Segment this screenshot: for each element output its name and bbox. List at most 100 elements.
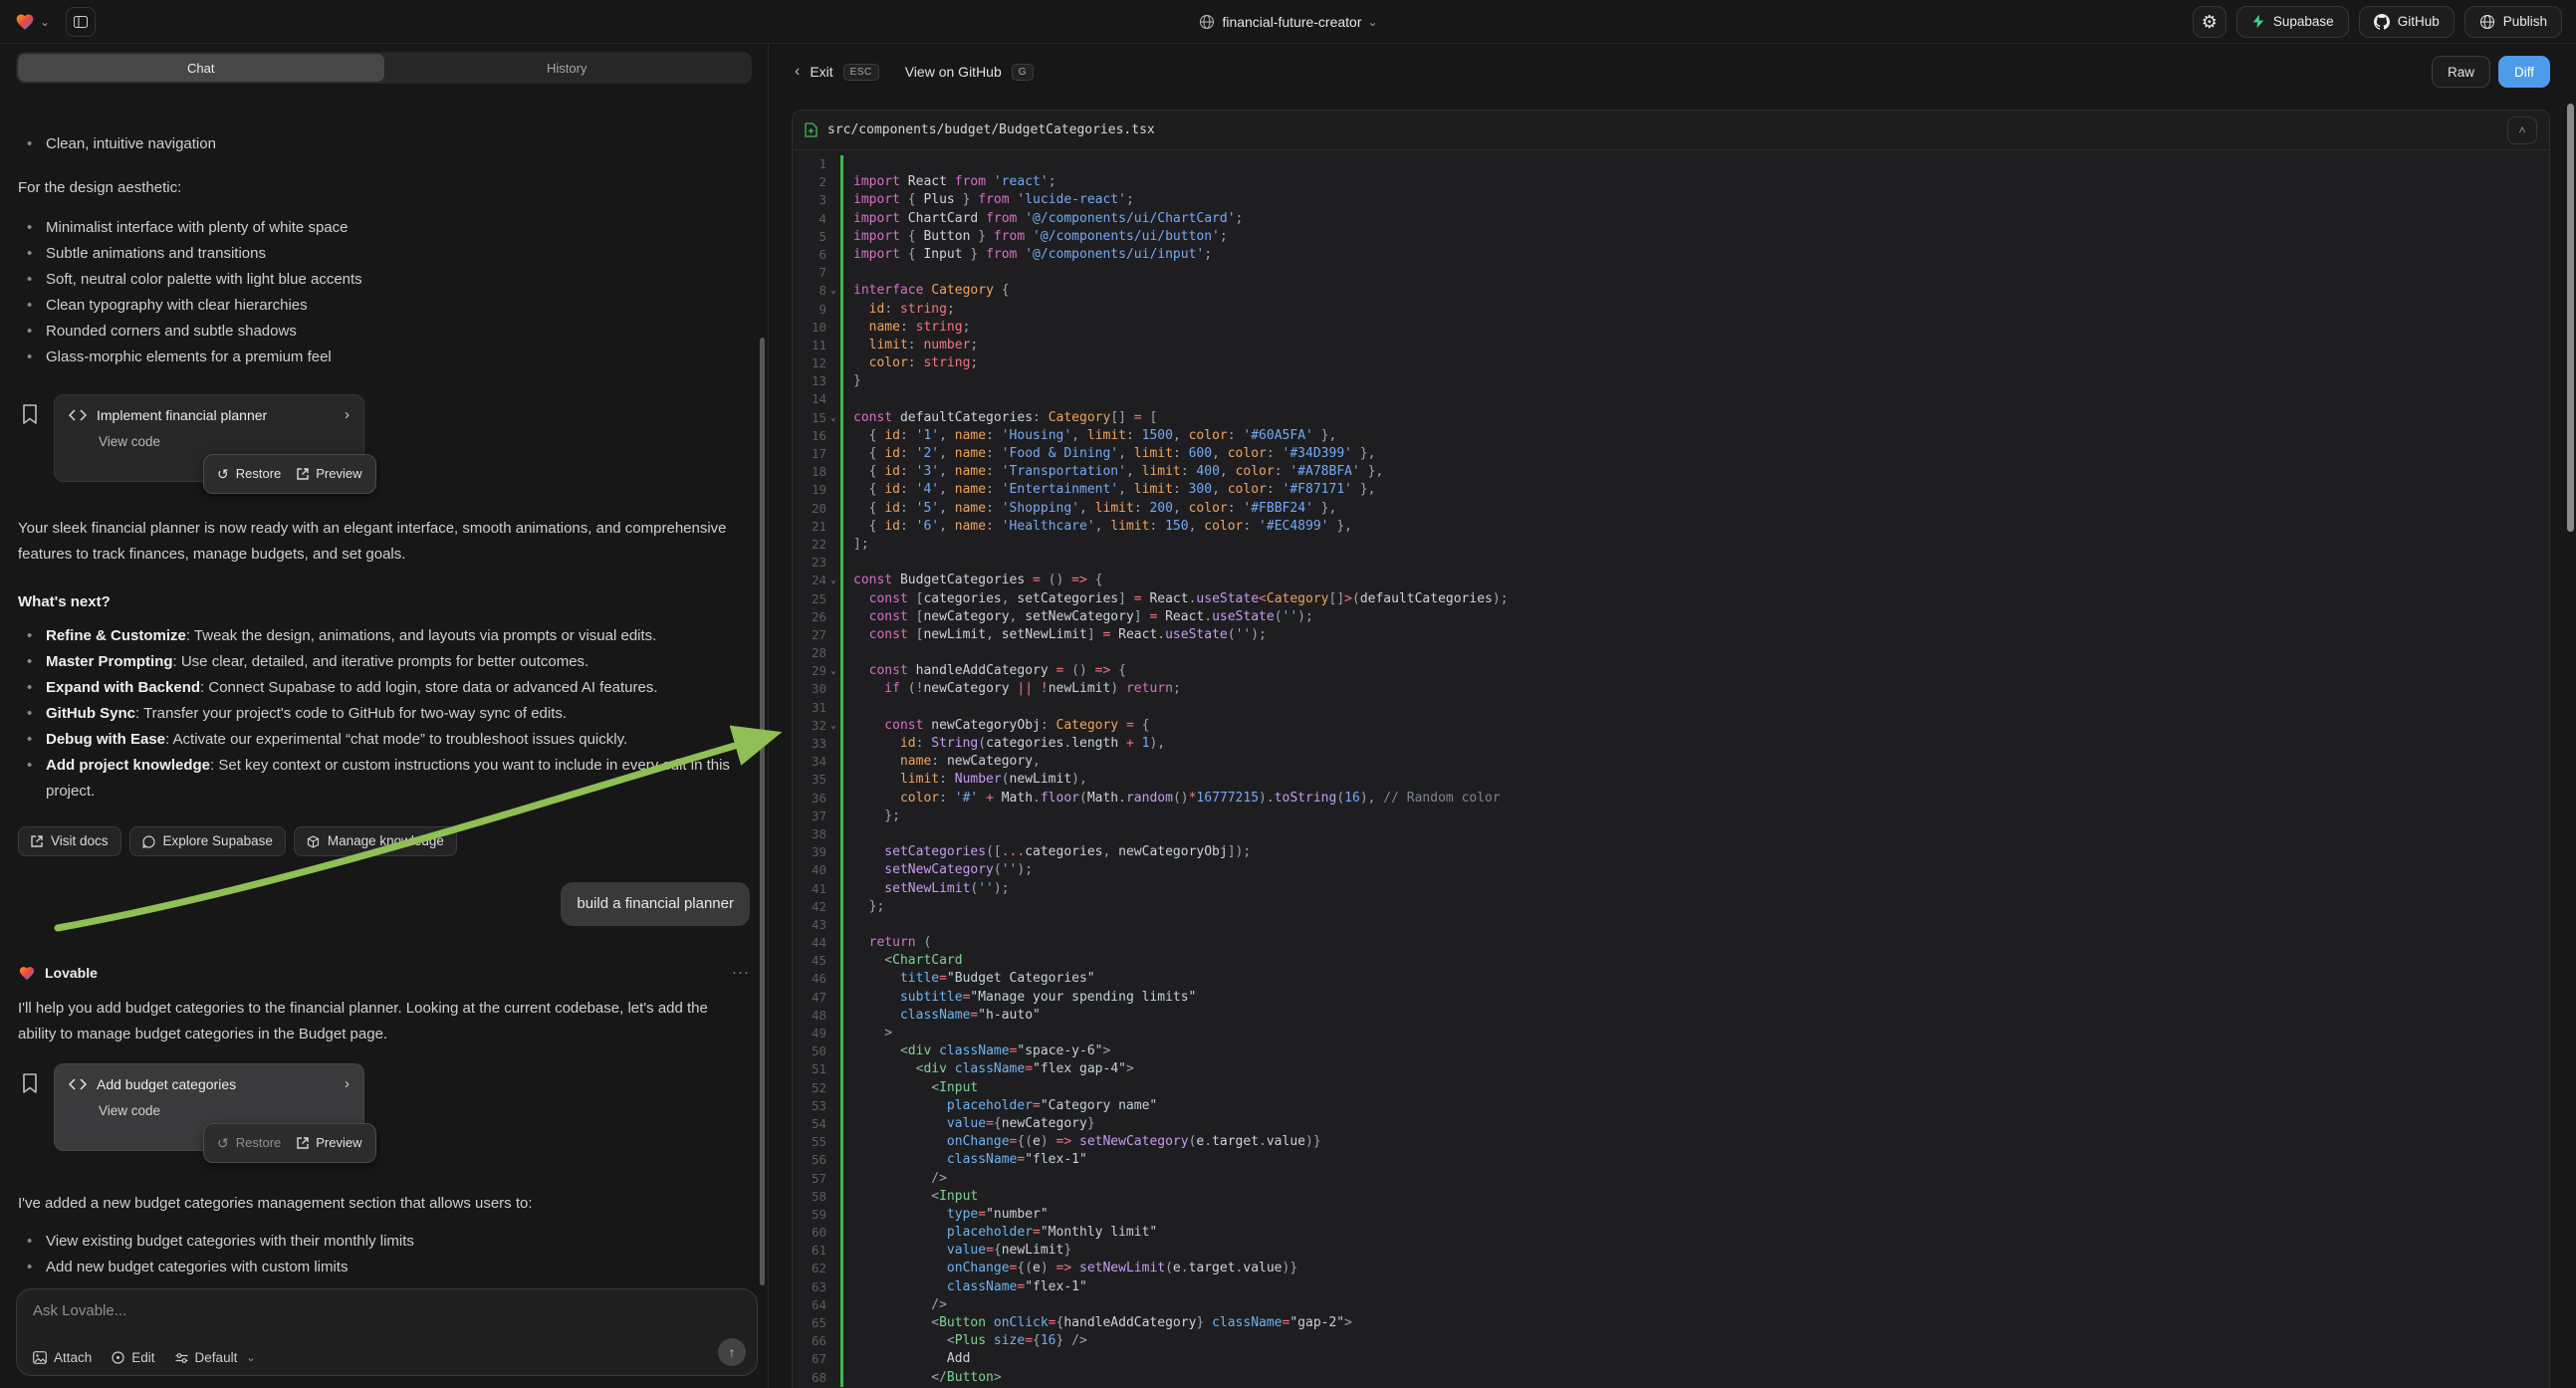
restore-label: Restore: [236, 1130, 282, 1156]
fold-spacer: [826, 1170, 840, 1188]
code-line: 40 setNewCategory('');: [793, 861, 2549, 879]
restore-button[interactable]: ↺ Restore: [217, 461, 281, 487]
chat-scrollbar[interactable]: [760, 338, 765, 1285]
line-number: 54: [793, 1115, 826, 1133]
code-text: name: newCategory,: [843, 753, 1041, 771]
bookmark-icon[interactable]: [22, 404, 38, 424]
code-scrollbar[interactable]: [2567, 104, 2574, 532]
tab-chat[interactable]: Chat: [18, 54, 384, 82]
fold-spacer: [826, 445, 840, 463]
tab-history[interactable]: History: [384, 54, 751, 82]
code-text: ];: [843, 536, 869, 554]
supabase-button[interactable]: Supabase: [2236, 6, 2349, 38]
code-text: if (!newCategory || !newLimit) return;: [843, 680, 1181, 698]
list-item: Add project knowledge: Set key context o…: [18, 753, 750, 805]
code-text: return (: [843, 934, 931, 952]
fold-spacer: [826, 1133, 840, 1151]
item-bold: Add project knowledge: [46, 757, 210, 774]
diff-button[interactable]: Diff: [2498, 56, 2550, 88]
code-line: 59 type="number": [793, 1206, 2549, 1224]
fold-spacer: [826, 790, 840, 808]
list-item: Minimalist interface with plenty of whit…: [18, 215, 750, 241]
fold-spacer: [826, 952, 840, 970]
view-on-github-button[interactable]: View on GitHub G: [905, 64, 1034, 81]
logo-chevron-icon[interactable]: ⌄: [40, 15, 50, 29]
view-code-link[interactable]: View code: [99, 1102, 350, 1120]
version-card-wrap: Implement financial planner › View code …: [54, 394, 364, 482]
code-text: limit: number;: [843, 337, 978, 354]
lovable-logo-icon[interactable]: [14, 12, 36, 32]
fold-spacer: [826, 1314, 840, 1332]
settings-button[interactable]: ⚙: [2193, 6, 2226, 38]
line-number: 20: [793, 500, 826, 518]
project-switcher[interactable]: financial-future-creator ⌄: [1198, 0, 1377, 44]
attach-button[interactable]: Attach: [33, 1350, 92, 1365]
code-text: const newCategoryObj: Category = {: [843, 717, 1149, 735]
fold-spacer: [826, 191, 840, 209]
preview-button[interactable]: Preview: [297, 1130, 361, 1156]
bookmark-icon[interactable]: [22, 1073, 38, 1093]
code-line: 62 onChange={(e) => setNewLimit(e.target…: [793, 1260, 2549, 1277]
fold-chevron-icon[interactable]: [826, 409, 840, 427]
fold-spacer: [826, 934, 840, 952]
restore-button[interactable]: ↺ Restore: [217, 1130, 281, 1156]
raw-button[interactable]: Raw: [2432, 56, 2490, 88]
publish-button[interactable]: Publish: [2464, 6, 2562, 38]
line-number: 11: [793, 337, 826, 354]
item-text: : Use clear, detailed, and iterative pro…: [173, 653, 589, 670]
message-menu-button[interactable]: ···: [732, 960, 750, 986]
preview-label: Preview: [316, 461, 361, 487]
visit-docs-button[interactable]: Visit docs: [18, 826, 121, 856]
assistant-paragraph: Your sleek financial planner is now read…: [18, 516, 750, 568]
view-code-link[interactable]: View code: [99, 433, 350, 451]
fold-chevron-icon[interactable]: [826, 662, 840, 680]
file-path-bar[interactable]: src/components/budget/BudgetCategories.t…: [793, 111, 2549, 150]
explore-supabase-button[interactable]: Explore Supabase: [129, 826, 286, 856]
version-card-wrap: Add budget categories › View code ↺ Rest…: [54, 1063, 364, 1151]
code-line: 5import { Button } from '@/components/ui…: [793, 228, 2549, 246]
fold-spacer: [826, 1296, 840, 1314]
code-line: 2import React from 'react';: [793, 173, 2549, 191]
fold-chevron-icon[interactable]: [826, 717, 840, 735]
github-button[interactable]: GitHub: [2359, 6, 2455, 38]
list-item: Glass-morphic elements for a premium fee…: [18, 345, 750, 370]
code-line: 49 >: [793, 1025, 2549, 1042]
preview-button[interactable]: Preview: [297, 461, 361, 487]
line-number: 67: [793, 1350, 826, 1368]
restore-icon: ↺: [217, 1136, 229, 1150]
manage-knowledge-button[interactable]: Manage knowledge: [294, 826, 457, 856]
toggle-sidebar-button[interactable]: [66, 7, 96, 37]
item-text: : Activate our experimental “chat mode” …: [165, 731, 627, 748]
edit-button[interactable]: Edit: [112, 1350, 154, 1365]
line-number: 6: [793, 246, 826, 264]
fold-chevron-icon[interactable]: [826, 572, 840, 589]
code-text: [843, 644, 853, 662]
code-text: className="flex-1": [843, 1278, 1087, 1296]
code-text: <div className="space-y-6">: [843, 1042, 1110, 1060]
send-button[interactable]: ↑: [718, 1338, 746, 1366]
mode-label: Default: [195, 1350, 238, 1365]
fold-chevron-icon[interactable]: [826, 282, 840, 300]
code-text: color: string;: [843, 354, 978, 372]
fold-spacer: [826, 771, 840, 789]
code-line: 14: [793, 390, 2549, 408]
restore-icon: ↺: [217, 467, 229, 481]
line-number: 27: [793, 626, 826, 644]
topbar-actions: ⚙ Supabase GitHub Publish: [2193, 6, 2562, 38]
mode-select[interactable]: Default ⌄: [175, 1350, 256, 1365]
code-editor-content[interactable]: 12import React from 'react';3import { Pl…: [793, 150, 2549, 1388]
collapse-file-button[interactable]: ˄: [2507, 116, 2537, 144]
added-features-list: View existing budget categories with the…: [18, 1229, 750, 1282]
exit-button[interactable]: ‹ Exit ESC: [795, 63, 879, 81]
external-link-icon: [297, 468, 309, 480]
code-text: import React from 'react';: [843, 173, 1056, 191]
chat-input-box[interactable]: Ask Lovable... Attach Edit: [16, 1288, 758, 1376]
design-aesthetic-heading: For the design aesthetic:: [18, 175, 750, 201]
line-number: 61: [793, 1242, 826, 1260]
code-text: setNewCategory('');: [843, 861, 1033, 879]
chevron-left-icon: ‹: [795, 63, 800, 81]
code-text: const defaultCategories: Category[] = [: [843, 409, 1157, 427]
assistant-header: Lovable ···: [18, 960, 750, 986]
fold-spacer: [826, 1224, 840, 1242]
line-number: 8: [793, 282, 826, 300]
